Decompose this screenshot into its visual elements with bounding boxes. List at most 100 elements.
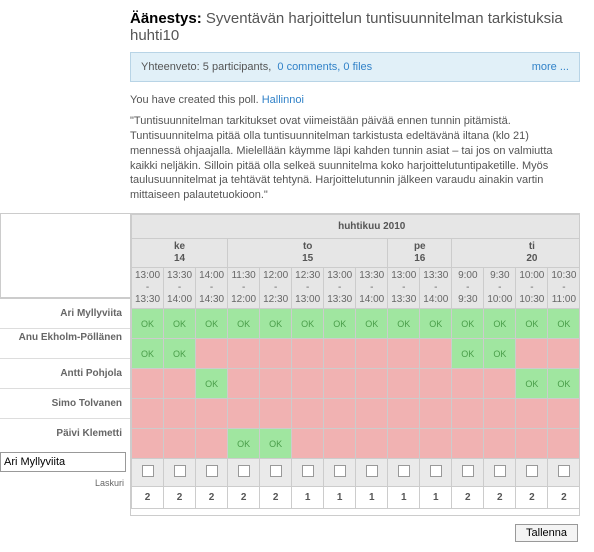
vote-checkbox-cell[interactable]: [420, 459, 452, 487]
vote-checkbox-cell[interactable]: [132, 459, 164, 487]
count-cell: 2: [132, 487, 164, 509]
table-row: OKOKOK: [132, 369, 581, 399]
save-button[interactable]: Tallenna: [515, 524, 578, 542]
vote-cell: [516, 399, 548, 429]
time-header: 13:30-14:00: [420, 268, 452, 309]
vote-cell: [196, 339, 228, 369]
count-cell: 2: [260, 487, 292, 509]
checkbox-icon[interactable]: [334, 465, 346, 477]
checkbox-icon[interactable]: [174, 465, 186, 477]
count-cell: 2: [484, 487, 516, 509]
vote-cell: [516, 339, 548, 369]
checkbox-icon[interactable]: [462, 465, 474, 477]
vote-cell: [356, 429, 388, 459]
vote-cell: [292, 339, 324, 369]
poll-scroll[interactable]: huhtikuu 2010ke14to15pe16ti2013:00-13:30…: [130, 213, 580, 516]
participant-name: Päivi Klemetti: [0, 418, 130, 448]
vote-cell: [420, 369, 452, 399]
checkbox-icon[interactable]: [558, 465, 570, 477]
vote-checkbox-cell[interactable]: [388, 459, 420, 487]
vote-checkbox-cell[interactable]: [196, 459, 228, 487]
vote-cell: [132, 369, 164, 399]
vote-checkbox-cell[interactable]: [548, 459, 580, 487]
vote-cell: [420, 429, 452, 459]
table-row: [132, 399, 581, 429]
checkbox-icon[interactable]: [494, 465, 506, 477]
vote-cell: OK: [196, 309, 228, 339]
vote-checkbox-cell[interactable]: [324, 459, 356, 487]
vote-cell: OK: [132, 339, 164, 369]
vote-cell: [196, 429, 228, 459]
time-header: 9:00-9:30: [452, 268, 484, 309]
vote-cell: OK: [516, 309, 548, 339]
time-header: 12:30-13:00: [292, 268, 324, 309]
vote-cell: [452, 399, 484, 429]
vote-cell: [484, 369, 516, 399]
vote-cell: [388, 369, 420, 399]
vote-cell: OK: [452, 339, 484, 369]
vote-cell: [164, 369, 196, 399]
vote-cell: [548, 339, 580, 369]
vote-cell: [420, 339, 452, 369]
counter-label: Laskuri: [0, 472, 130, 494]
time-header: 10:30-11:00: [548, 268, 580, 309]
count-cell: 2: [164, 487, 196, 509]
time-header: 11:30-12:00: [228, 268, 260, 309]
checkbox-icon[interactable]: [366, 465, 378, 477]
vote-cell: [548, 429, 580, 459]
vote-cell: OK: [164, 309, 196, 339]
vote-cell: [452, 429, 484, 459]
vote-cell: OK: [420, 309, 452, 339]
count-cell: 1: [292, 487, 324, 509]
vote-cell: [196, 399, 228, 429]
vote-checkbox-cell[interactable]: [228, 459, 260, 487]
title-prefix: Äänestys:: [130, 10, 202, 27]
info-line: You have created this poll. Hallinnoi: [0, 94, 580, 106]
vote-checkbox-cell[interactable]: [484, 459, 516, 487]
vote-cell: OK: [324, 309, 356, 339]
vote-cell: [388, 339, 420, 369]
day-header: ke14: [132, 239, 228, 268]
vote-checkbox-cell[interactable]: [260, 459, 292, 487]
files-link[interactable]: 0 files: [343, 61, 372, 73]
comments-link[interactable]: 0 comments,: [277, 61, 340, 73]
my-name-input[interactable]: [0, 452, 126, 472]
vote-cell: OK: [132, 309, 164, 339]
time-header: 13:00-13:30: [324, 268, 356, 309]
vote-checkbox-cell[interactable]: [292, 459, 324, 487]
count-cell: 2: [196, 487, 228, 509]
checkbox-icon[interactable]: [270, 465, 282, 477]
count-cell: 1: [388, 487, 420, 509]
vote-checkbox-cell[interactable]: [516, 459, 548, 487]
poll-table: huhtikuu 2010ke14to15pe16ti2013:00-13:30…: [131, 214, 580, 509]
checkbox-icon[interactable]: [238, 465, 250, 477]
checkbox-icon[interactable]: [206, 465, 218, 477]
time-header: 13:30-14:00: [356, 268, 388, 309]
checkbox-icon[interactable]: [302, 465, 314, 477]
vote-cell: [324, 399, 356, 429]
vote-checkbox-cell[interactable]: [164, 459, 196, 487]
vote-cell: [548, 399, 580, 429]
vote-cell: [484, 399, 516, 429]
checkbox-icon[interactable]: [398, 465, 410, 477]
checkbox-icon[interactable]: [430, 465, 442, 477]
description: "Tuntisuunnitelman tarkitukset ovat viim…: [0, 114, 580, 203]
checkbox-icon[interactable]: [142, 465, 154, 477]
vote-checkbox-cell[interactable]: [356, 459, 388, 487]
count-cell: 2: [452, 487, 484, 509]
vote-cell: [324, 339, 356, 369]
time-header: 13:00-13:30: [132, 268, 164, 309]
vote-checkbox-cell[interactable]: [452, 459, 484, 487]
day-header: pe16: [388, 239, 452, 268]
vote-cell: [356, 339, 388, 369]
participant-name: Ari Myllyviita: [0, 298, 130, 328]
day-header: ti20: [452, 239, 580, 268]
more-link[interactable]: more ...: [532, 61, 569, 73]
vote-cell: OK: [196, 369, 228, 399]
summary-box: Yhteenveto: 5 participants, 0 comments, …: [130, 52, 580, 82]
vote-cell: OK: [548, 309, 580, 339]
time-header: 12:00-12:30: [260, 268, 292, 309]
manage-link[interactable]: Hallinnoi: [262, 94, 304, 106]
checkbox-icon[interactable]: [526, 465, 538, 477]
vote-cell: OK: [356, 309, 388, 339]
